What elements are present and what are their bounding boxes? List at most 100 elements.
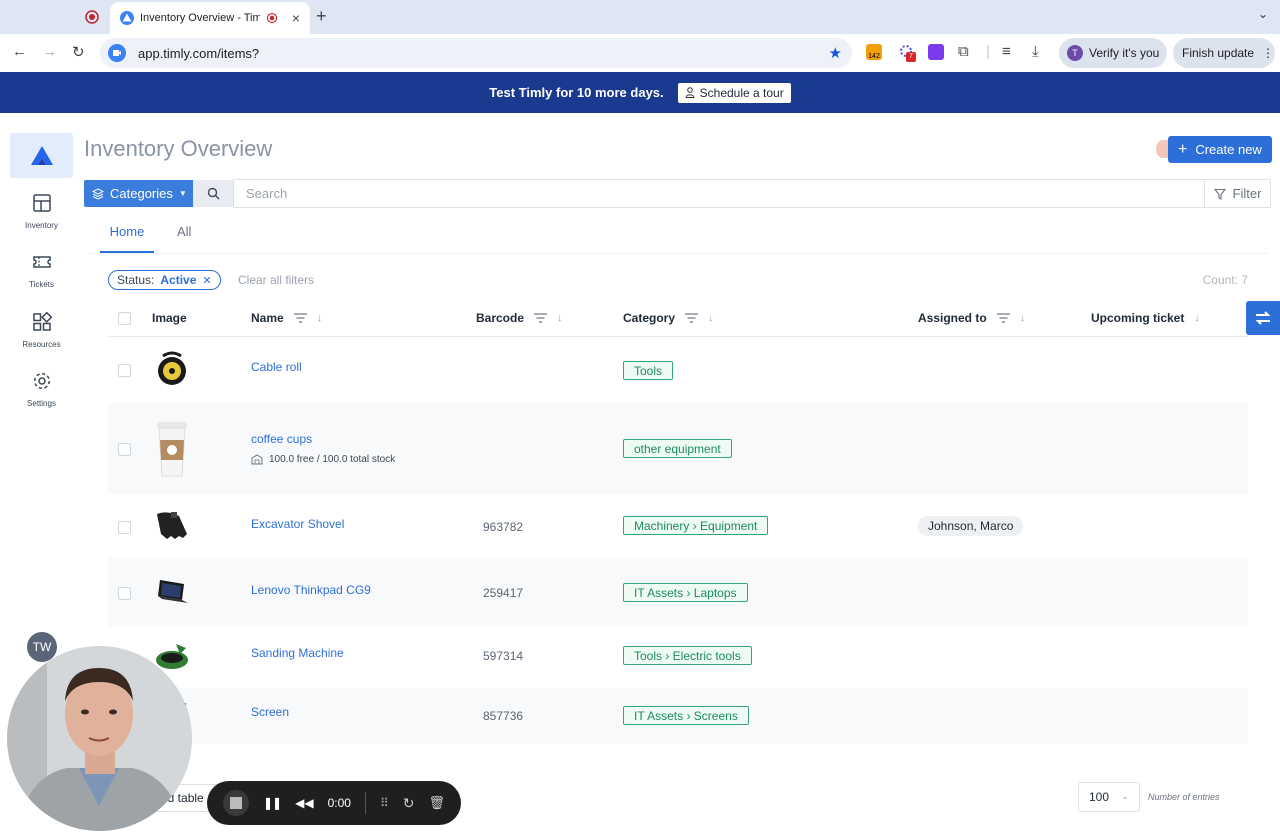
- table-row[interactable]: Excavator Shovel 963782 Machinery › Equi…: [108, 494, 1248, 558]
- sidebar-item-settings[interactable]: Settings: [0, 371, 83, 409]
- row-checkbox[interactable]: [118, 521, 131, 534]
- column-header-barcode[interactable]: Barcode ↓: [476, 311, 563, 325]
- assignee-chip[interactable]: Johnson, Marco: [918, 516, 1024, 536]
- sort-arrow-icon[interactable]: ↓: [557, 312, 563, 324]
- finish-update-label: Finish update: [1182, 46, 1255, 60]
- drag-handle-icon[interactable]: ⠿: [380, 796, 389, 810]
- browser-toolbar: ← → ↻ app.timly.com/items? ★ 142 7 ⧉ | ≡…: [0, 34, 1280, 72]
- new-tab-icon[interactable]: +: [316, 6, 327, 27]
- table-row[interactable]: coffee cups 100.0 free / 100.0 total sto…: [108, 403, 1248, 494]
- recording-tab-icon[interactable]: [84, 9, 100, 25]
- filter-button[interactable]: Filter: [1204, 179, 1271, 208]
- ticket-icon: [32, 256, 51, 268]
- restart-icon[interactable]: ↻: [403, 795, 415, 812]
- delete-icon[interactable]: 🗑: [428, 795, 445, 811]
- download-icon[interactable]: ⤓: [1032, 43, 1039, 60]
- item-name-link[interactable]: Lenovo Thinkpad CG9: [251, 583, 371, 597]
- item-name-link[interactable]: Screen: [251, 705, 289, 719]
- item-thumbnail[interactable]: [152, 572, 192, 612]
- browser-menu-icon[interactable]: ⋮: [1262, 46, 1274, 60]
- stop-recording-button[interactable]: [223, 790, 249, 816]
- feedback-side-tab[interactable]: [1246, 301, 1280, 335]
- sort-arrow-icon[interactable]: ↓: [1020, 312, 1026, 324]
- sort-arrow-icon[interactable]: ↓: [317, 312, 323, 324]
- row-checkbox[interactable]: [118, 443, 131, 456]
- status-filter-chip[interactable]: Status: Active ✕: [108, 270, 221, 290]
- schedule-tour-button[interactable]: Schedule a tour: [677, 82, 791, 103]
- entries-per-page-select[interactable]: 100 ⌄: [1078, 782, 1140, 812]
- categories-dropdown-button[interactable]: Categories ▼: [84, 180, 193, 207]
- sidebar-item-inventory[interactable]: Inventory: [0, 193, 83, 231]
- table-row[interactable]: Screen 857736 IT Assets › Screens: [108, 688, 1248, 744]
- table-row[interactable]: Cable roll Tools: [108, 338, 1248, 403]
- category-tag[interactable]: Machinery › Equipment: [623, 516, 769, 535]
- extension-calendar-icon[interactable]: 142: [866, 44, 882, 60]
- sort-arrow-icon[interactable]: ↓: [708, 312, 714, 324]
- column-header-name[interactable]: Name ↓: [251, 311, 322, 325]
- item-name-link[interactable]: Cable roll: [251, 360, 302, 374]
- verify-profile-button[interactable]: T Verify it's you: [1059, 38, 1167, 68]
- item-name-link[interactable]: Excavator Shovel: [251, 517, 344, 531]
- column-filter-icon[interactable]: [534, 313, 548, 323]
- item-thumbnail[interactable]: [152, 350, 192, 390]
- item-name-link[interactable]: Sanding Machine: [251, 646, 344, 660]
- category-tag[interactable]: IT Assets › Screens: [623, 706, 749, 725]
- category-tag[interactable]: other equipment: [623, 439, 732, 458]
- row-checkbox[interactable]: [118, 364, 131, 377]
- pause-icon[interactable]: ❚❚: [263, 796, 282, 810]
- column-filter-icon[interactable]: [996, 313, 1010, 323]
- plus-icon: +: [1178, 140, 1188, 158]
- media-queue-icon[interactable]: ≡: [1002, 43, 1011, 60]
- reload-icon[interactable]: ↻: [72, 43, 85, 61]
- column-header-assigned[interactable]: Assigned to ↓: [918, 311, 1025, 325]
- webcam-overlay[interactable]: [7, 646, 192, 831]
- timly-logo[interactable]: [10, 133, 73, 178]
- address-bar[interactable]: app.timly.com/items? ★: [100, 38, 852, 68]
- sidebar-item-tickets[interactable]: Tickets: [0, 252, 83, 290]
- column-filter-icon[interactable]: [685, 313, 699, 323]
- table-row[interactable]: Sanding Machine 597314 Tools › Electric …: [108, 626, 1248, 688]
- search-button[interactable]: [193, 180, 234, 207]
- column-filter-icon[interactable]: [293, 313, 307, 323]
- recording-indicator-icon: [266, 12, 278, 24]
- sort-arrow-icon[interactable]: ↓: [1194, 312, 1200, 324]
- search-icon: [207, 187, 220, 200]
- column-header-upcoming-ticket[interactable]: Upcoming ticket ↓: [1091, 311, 1200, 325]
- rewind-icon[interactable]: ◀◀: [295, 796, 313, 810]
- table-row[interactable]: Lenovo Thinkpad CG9 259417 IT Assets › L…: [108, 558, 1248, 626]
- row-checkbox[interactable]: [118, 587, 131, 600]
- tab-close-icon[interactable]: ×: [292, 10, 300, 26]
- bookmark-star-icon[interactable]: ★: [829, 44, 842, 62]
- back-icon[interactable]: ←: [12, 43, 27, 60]
- category-tag[interactable]: Tools: [623, 361, 674, 380]
- presenter-video-image: [7, 646, 192, 831]
- extension-burst-icon[interactable]: 7: [898, 44, 916, 62]
- item-thumbnail[interactable]: [152, 416, 192, 480]
- sidebar-item-label: Tickets: [28, 280, 55, 289]
- grid-icon: [32, 194, 51, 212]
- create-new-button[interactable]: + Create new: [1168, 136, 1272, 163]
- sidebar-item-resources[interactable]: Resources: [0, 312, 83, 350]
- site-info-icon[interactable]: [108, 44, 126, 62]
- tab-home[interactable]: Home: [100, 224, 154, 253]
- column-header-image: Image: [152, 311, 187, 325]
- item-thumbnail[interactable]: [152, 506, 192, 546]
- column-header-label: Barcode: [476, 311, 525, 325]
- column-header-label: Upcoming ticket: [1091, 311, 1185, 325]
- extension-slash-icon[interactable]: [928, 44, 944, 60]
- column-header-category[interactable]: Category ↓: [623, 311, 714, 325]
- chip-remove-icon[interactable]: ✕: [202, 274, 211, 287]
- barcode-value: 857736: [483, 709, 524, 723]
- search-input[interactable]: [233, 179, 1205, 208]
- select-all-checkbox[interactable]: [118, 312, 131, 325]
- category-tag[interactable]: IT Assets › Laptops: [623, 583, 748, 602]
- finish-update-button[interactable]: Finish update ⋮: [1173, 38, 1275, 68]
- clear-all-filters-link[interactable]: Clear all filters: [238, 273, 314, 287]
- tab-all[interactable]: All: [177, 224, 191, 239]
- item-name-link[interactable]: coffee cups: [251, 432, 312, 446]
- extensions-puzzle-icon[interactable]: ⧉: [958, 43, 969, 60]
- tab-search-chevron-icon[interactable]: ⌄: [1258, 7, 1268, 21]
- forward-icon[interactable]: →: [42, 43, 57, 60]
- category-tag[interactable]: Tools › Electric tools: [623, 646, 752, 665]
- browser-tab-active[interactable]: Inventory Overview - Timly ×: [110, 2, 310, 34]
